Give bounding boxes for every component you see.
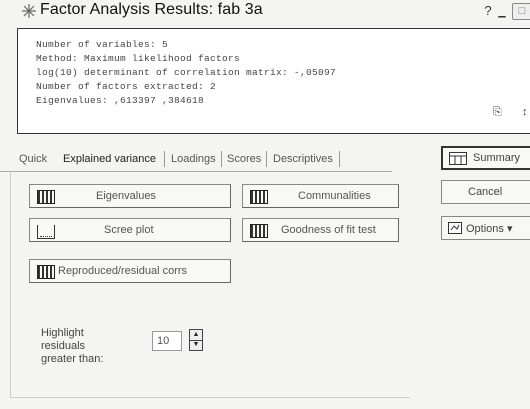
tab-separator (266, 151, 267, 167)
tab-quick[interactable]: Quick (19, 148, 47, 170)
eigenvalues-button[interactable]: Eigenvalues (29, 184, 231, 208)
summary-button[interactable]: Summary (441, 146, 530, 170)
scree-plot-icon (37, 225, 55, 239)
options-icon (448, 222, 462, 234)
highlight-residuals-label: Highlight residuals greater than: (41, 327, 104, 365)
highlight-threshold-input[interactable]: 10 (152, 331, 182, 351)
result-line-method: Method: Maximum likelihood factors (36, 53, 241, 64)
result-line-determinant: log(10) determinant of correlation matri… (36, 67, 337, 78)
eigenvalues-label: Eigenvalues (96, 190, 156, 202)
stepper-down-icon[interactable]: ▼ (190, 340, 202, 350)
summary-table-icon (449, 152, 467, 165)
panel-bottom-border (10, 397, 410, 398)
tab-separator (339, 151, 340, 167)
scree-plot-label: Scree plot (104, 224, 154, 236)
tab-loadings[interactable]: Loadings (171, 148, 216, 170)
spreadsheet-icon (250, 190, 268, 204)
spreadsheet-icon (37, 190, 55, 204)
goodness-of-fit-button[interactable]: Goodness of fit test (242, 218, 399, 242)
factor-analysis-icon (22, 4, 36, 18)
tab-scores[interactable]: Scores (227, 148, 261, 170)
cancel-label: Cancel (468, 186, 503, 198)
expand-output-icon[interactable]: ↕ (522, 106, 528, 118)
window-title: Factor Analysis Results: fab 3a (40, 1, 263, 18)
result-line-factors: Number of factors extracted: 2 (36, 81, 217, 92)
result-line-variables: Number of variables: 5 (36, 39, 169, 50)
communalities-label: Communalities (298, 190, 371, 202)
tab-descriptives[interactable]: Descriptives (273, 148, 333, 170)
options-button[interactable]: Options ▾ (441, 216, 530, 240)
spreadsheet-icon (250, 224, 268, 238)
spreadsheet-icon (37, 265, 55, 279)
tab-panel-border (0, 171, 392, 172)
minimize-button[interactable]: _ (496, 3, 508, 18)
goodness-of-fit-label: Goodness of fit test (281, 224, 376, 236)
tab-separator (221, 151, 222, 167)
tab-explained-variance[interactable]: Explained variance (63, 148, 156, 170)
options-label: Options ▾ (466, 223, 513, 235)
reproduced-residual-label: Reproduced/residual corrs (58, 265, 188, 277)
summary-label: Summary (473, 152, 521, 164)
tab-panel-left-border (10, 171, 11, 397)
cancel-button[interactable]: Cancel (441, 180, 530, 204)
title-bar: Factor Analysis Results: fab 3a ? _ □ (0, 0, 530, 22)
scree-plot-button[interactable]: Scree plot (29, 218, 231, 242)
help-button[interactable]: ? (482, 3, 494, 18)
result-line-eigenvalues: Eigenvalues: ,613397 ,384618 (36, 95, 205, 106)
highlight-threshold-stepper[interactable]: ▲ ▼ (189, 329, 203, 351)
results-output-box[interactable]: Number of variables: 5 Method: Maximum l… (17, 28, 530, 134)
tab-separator (164, 151, 165, 167)
maximize-button[interactable]: □ (512, 3, 530, 20)
communalities-button[interactable]: Communalities (242, 184, 399, 208)
copy-output-icon[interactable]: ⎘ (493, 106, 502, 119)
reproduced-residual-button[interactable]: Reproduced/residual corrs (29, 259, 231, 283)
